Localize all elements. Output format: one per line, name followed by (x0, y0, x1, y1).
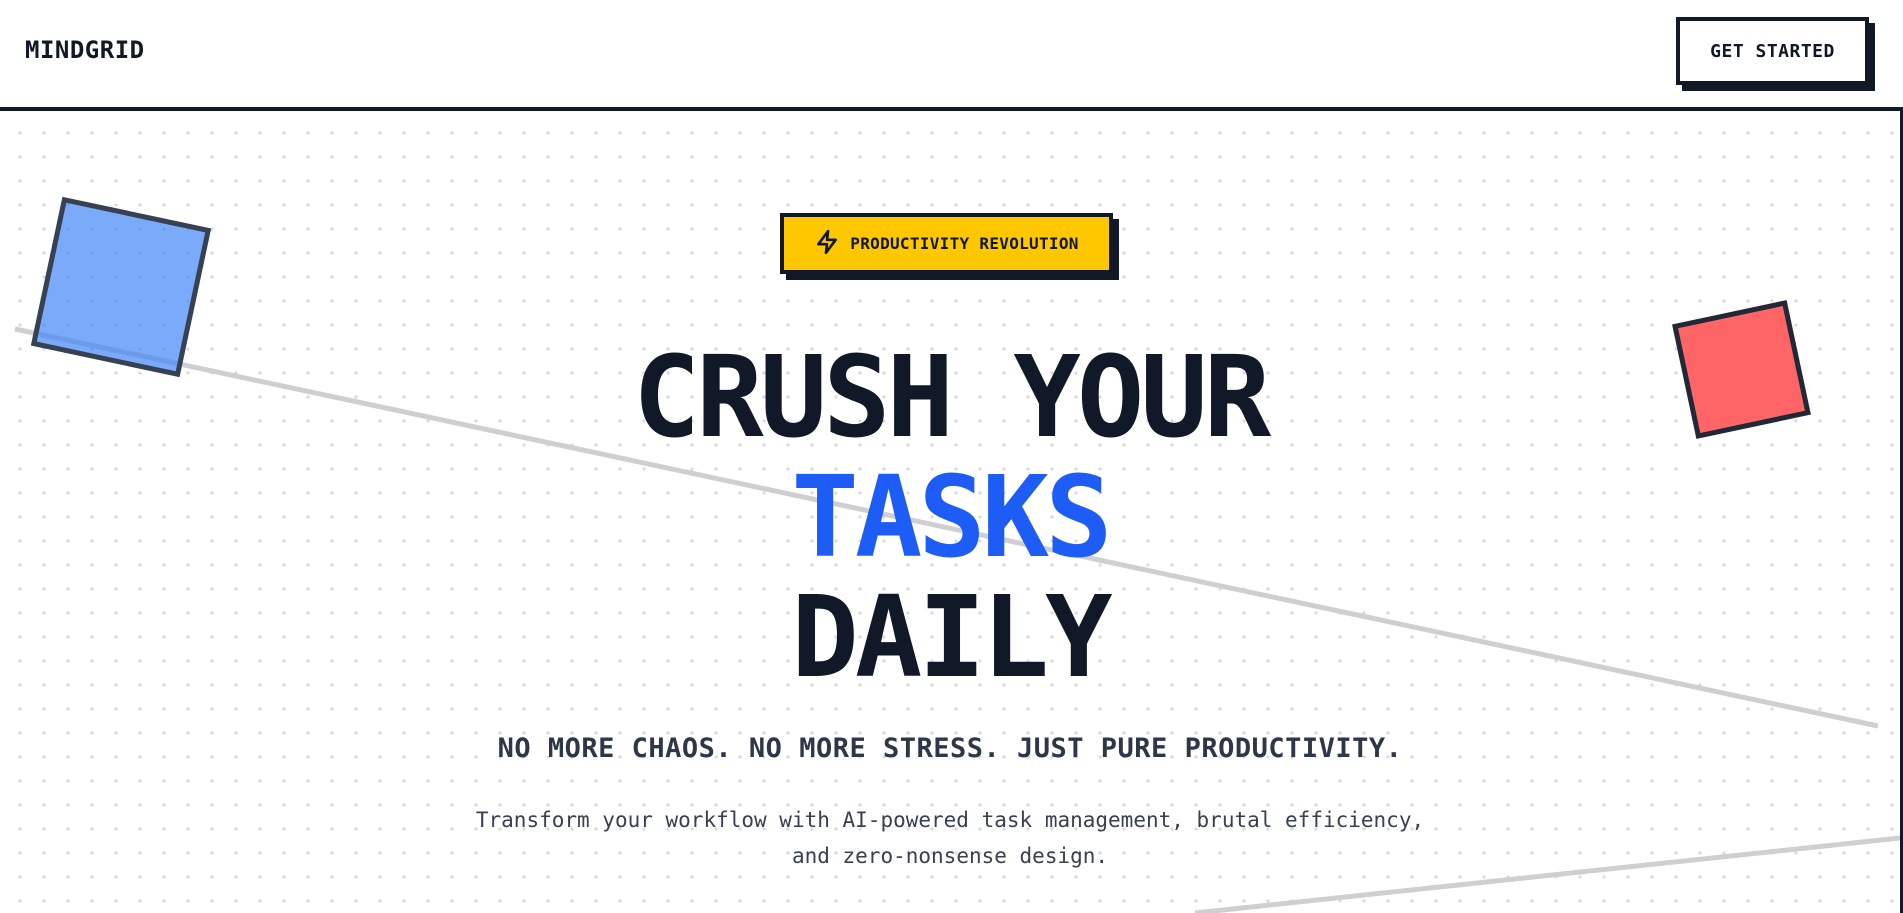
tagline: NO MORE CHAOS. NO MORE STRESS. JUST PURE… (497, 733, 1403, 764)
description-line-1: Transform your workflow with AI-powered … (475, 808, 1425, 832)
badge-label: PRODUCTIVITY REVOLUTION (850, 234, 1079, 253)
page: MINDGRID GET STARTED PRODUCTIVITY REVOLU… (0, 0, 1903, 913)
productivity-badge: PRODUCTIVITY REVOLUTION (780, 213, 1113, 274)
headline-line-3: DAILY (791, 573, 1112, 703)
headline-line-2: TASKS (791, 453, 1112, 583)
headline-line-1: CRUSH YOUR (632, 333, 1271, 463)
logo[interactable]: MINDGRID (25, 36, 145, 64)
hero-description: Transform your workflow with AI-powered … (470, 802, 1430, 874)
page-content: MINDGRID GET STARTED PRODUCTIVITY REVOLU… (0, 0, 1903, 913)
get-started-button[interactable]: GET STARTED (1676, 17, 1869, 85)
description-line-2: and zero-nonsense design. (791, 844, 1109, 868)
hero-section: PRODUCTIVITY REVOLUTION CRUSH YOUR TASKS… (0, 111, 1900, 913)
site-header: MINDGRID GET STARTED (0, 0, 1903, 111)
lightning-bolt-icon (814, 229, 840, 259)
